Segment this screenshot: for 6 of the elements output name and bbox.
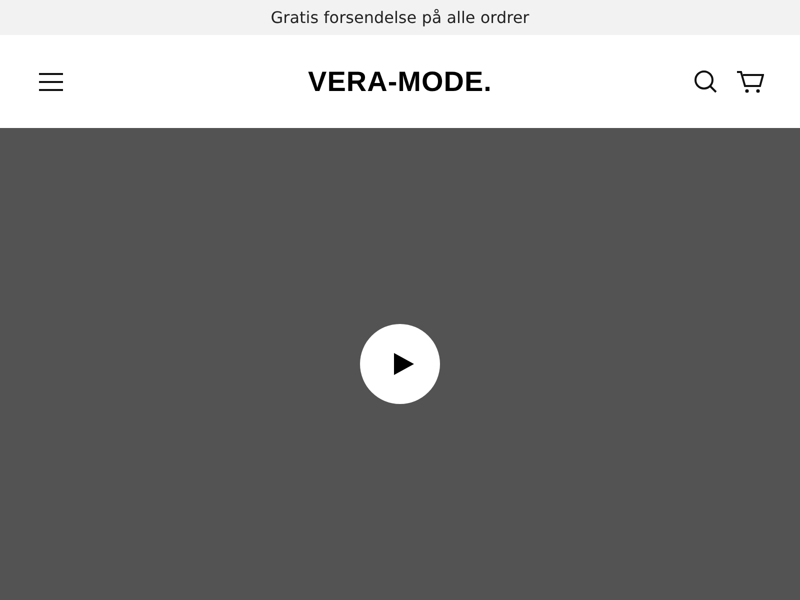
search-icon[interactable]	[694, 70, 718, 94]
play-icon	[392, 352, 414, 376]
announcement-text: Gratis forsendelse på alle ordrer	[270, 8, 530, 27]
cart-icon[interactable]	[736, 70, 764, 94]
menu-icon[interactable]	[38, 72, 64, 92]
logo[interactable]: VERA-MODE.	[308, 66, 492, 98]
